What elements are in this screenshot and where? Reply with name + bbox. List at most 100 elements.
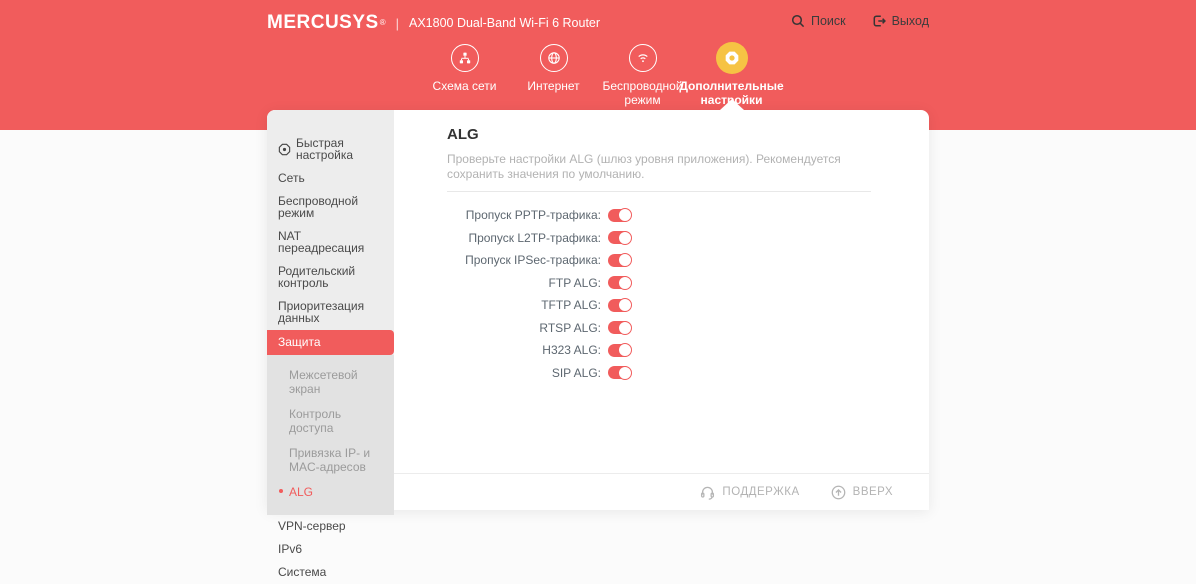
- alg-active-dot: [279, 489, 283, 493]
- sidebar-item-label: NAT переадресация: [278, 230, 390, 254]
- pptp-passthrough-toggle[interactable]: [608, 209, 631, 222]
- search-icon: [791, 14, 805, 28]
- submenu-item-alg[interactable]: ALG: [267, 480, 390, 505]
- toggle-knob: [618, 343, 632, 357]
- to-top-icon: [831, 485, 846, 500]
- divider: [447, 191, 871, 192]
- network-map-icon: [451, 44, 479, 72]
- l2tp-passthrough-toggle[interactable]: [608, 231, 631, 244]
- sidebar-item-qos[interactable]: Приоритезация данных: [267, 295, 394, 330]
- sidebar-item-network[interactable]: Сеть: [267, 167, 394, 190]
- toggle-row: FTP ALG:: [447, 272, 871, 295]
- search-label: Поиск: [811, 14, 846, 28]
- nav-item-advanced-settings[interactable]: Дополнительные настройки: [687, 44, 776, 107]
- toggle-row: SIP ALG:: [447, 362, 871, 385]
- to-top-label: ВВЕРХ: [853, 486, 893, 498]
- submenu-item-label: ALG: [289, 485, 313, 499]
- alg-panel: ALG Проверьте настройки ALG (шлюз уровня…: [394, 110, 929, 473]
- toggle-label: Пропуск PPTP-трафика:: [447, 208, 601, 222]
- sidebar-item-parental-controls[interactable]: Родительский контроль: [267, 260, 394, 295]
- tftp-alg-toggle[interactable]: [608, 299, 631, 312]
- toggle-row: TFTP ALG:: [447, 294, 871, 317]
- submenu-item-access-control[interactable]: Контроль доступа: [267, 402, 390, 441]
- nav-label: Схема сети: [433, 79, 497, 93]
- router-model-title: AX1800 Dual-Band Wi-Fi 6 Router: [409, 16, 600, 30]
- sidebar-item-ipv6[interactable]: IPv6: [267, 538, 394, 561]
- sidebar-item-quick-setup[interactable]: Быстрая настройка: [267, 132, 394, 167]
- toggle-knob: [618, 253, 632, 267]
- support-icon: [700, 485, 715, 500]
- support-button[interactable]: ПОДДЕРЖКА: [700, 485, 799, 500]
- mercusys-logo: MERCUSYS: [267, 12, 379, 34]
- sidebar-item-label: Приоритезация данных: [278, 300, 390, 324]
- toggle-label: Пропуск IPSec-трафика:: [447, 253, 601, 267]
- sidebar-item-label: Защита: [278, 336, 321, 348]
- submenu-item-ip-mac-binding[interactable]: Привязка IP- и MAC-адресов: [267, 441, 390, 480]
- toggle-row: Пропуск PPTP-трафика:: [447, 204, 871, 227]
- gear-icon: [716, 42, 748, 74]
- toggle-knob: [618, 276, 632, 290]
- scroll-to-top-button[interactable]: ВВЕРХ: [831, 485, 893, 500]
- sidebar-item-vpn-server[interactable]: VPN-сервер: [267, 515, 394, 538]
- submenu-item-label: Контроль доступа: [289, 407, 341, 435]
- wifi-icon: [629, 44, 657, 72]
- sidebar-item-label: Система: [278, 566, 326, 578]
- toggle-label: FTP ALG:: [447, 276, 601, 290]
- nav-item-network-map[interactable]: Схема сети: [420, 44, 509, 107]
- sidebar-item-label: VPN-сервер: [278, 520, 346, 532]
- active-tab-pointer: [720, 99, 744, 110]
- brand: MERCUSYS ® | AX1800 Dual-Band Wi-Fi 6 Ro…: [267, 11, 600, 35]
- ftp-alg-toggle[interactable]: [608, 276, 631, 289]
- nav-label: Интернет: [527, 79, 579, 93]
- toggle-row: Пропуск L2TP-трафика:: [447, 227, 871, 250]
- sidebar: Быстрая настройка Сеть Беспроводной режи…: [267, 110, 394, 510]
- h323-alg-toggle[interactable]: [608, 344, 631, 357]
- support-label: ПОДДЕРЖКА: [722, 486, 799, 498]
- nav-item-wireless[interactable]: Беспроводной режим: [598, 44, 687, 107]
- sidebar-item-label: Беспроводной режим: [278, 195, 390, 219]
- sidebar-item-wireless[interactable]: Беспроводной режим: [267, 190, 394, 225]
- toggle-row: Пропуск IPSec-трафика:: [447, 249, 871, 272]
- logout-icon: [872, 14, 886, 28]
- submenu-item-firewall[interactable]: Межсетевой экран: [267, 363, 390, 402]
- logout-label: Выход: [892, 14, 929, 28]
- content-card: Быстрая настройка Сеть Беспроводной режи…: [267, 110, 929, 510]
- submenu-item-label: Привязка IP- и MAC-адресов: [289, 446, 370, 474]
- toggle-knob: [618, 321, 632, 335]
- quick-setup-icon: [278, 143, 291, 156]
- sidebar-item-system[interactable]: Система: [267, 561, 394, 584]
- search-button[interactable]: Поиск: [791, 14, 846, 28]
- rtsp-alg-toggle[interactable]: [608, 321, 631, 334]
- brand-separator: |: [396, 16, 399, 31]
- registered-mark: ®: [380, 18, 386, 28]
- toggle-label: H323 ALG:: [447, 343, 601, 357]
- topbar-actions: Поиск Выход: [791, 14, 929, 28]
- nav-item-internet[interactable]: Интернет: [509, 44, 598, 107]
- toggle-knob: [618, 298, 632, 312]
- globe-icon: [540, 44, 568, 72]
- sidebar-item-security[interactable]: Защита: [267, 330, 394, 355]
- logout-button[interactable]: Выход: [872, 14, 929, 28]
- toggle-row: RTSP ALG:: [447, 317, 871, 340]
- ipsec-passthrough-toggle[interactable]: [608, 254, 631, 267]
- main-nav: Схема сети Интернет Беспроводной режим: [267, 44, 929, 107]
- toggle-label: TFTP ALG:: [447, 298, 601, 312]
- nav-label: Беспроводной режим: [598, 79, 687, 107]
- toggle-knob: [618, 208, 632, 222]
- toggle-row: H323 ALG:: [447, 339, 871, 362]
- card-footer: ПОДДЕРЖКА ВВЕРХ: [394, 473, 929, 510]
- sidebar-item-label: IPv6: [278, 543, 302, 555]
- sip-alg-toggle[interactable]: [608, 366, 631, 379]
- submenu-item-label: Межсетевой экран: [289, 368, 358, 396]
- sidebar-item-nat-forwarding[interactable]: NAT переадресация: [267, 225, 394, 260]
- page-description: Проверьте настройки ALG (шлюз уровня при…: [447, 152, 871, 182]
- toggle-knob: [618, 231, 632, 245]
- sidebar-item-label: Родительский контроль: [278, 265, 390, 289]
- security-submenu: Межсетевой экран Контроль доступа Привяз…: [267, 355, 394, 515]
- sidebar-item-label: Быстрая настройка: [296, 137, 390, 161]
- page-title: ALG: [447, 126, 871, 143]
- toggle-label: Пропуск L2TP-трафика:: [447, 231, 601, 245]
- toggle-label: SIP ALG:: [447, 366, 601, 380]
- toggle-label: RTSP ALG:: [447, 321, 601, 335]
- toggle-list: Пропуск PPTP-трафика: Пропуск L2TP-трафи…: [447, 204, 871, 384]
